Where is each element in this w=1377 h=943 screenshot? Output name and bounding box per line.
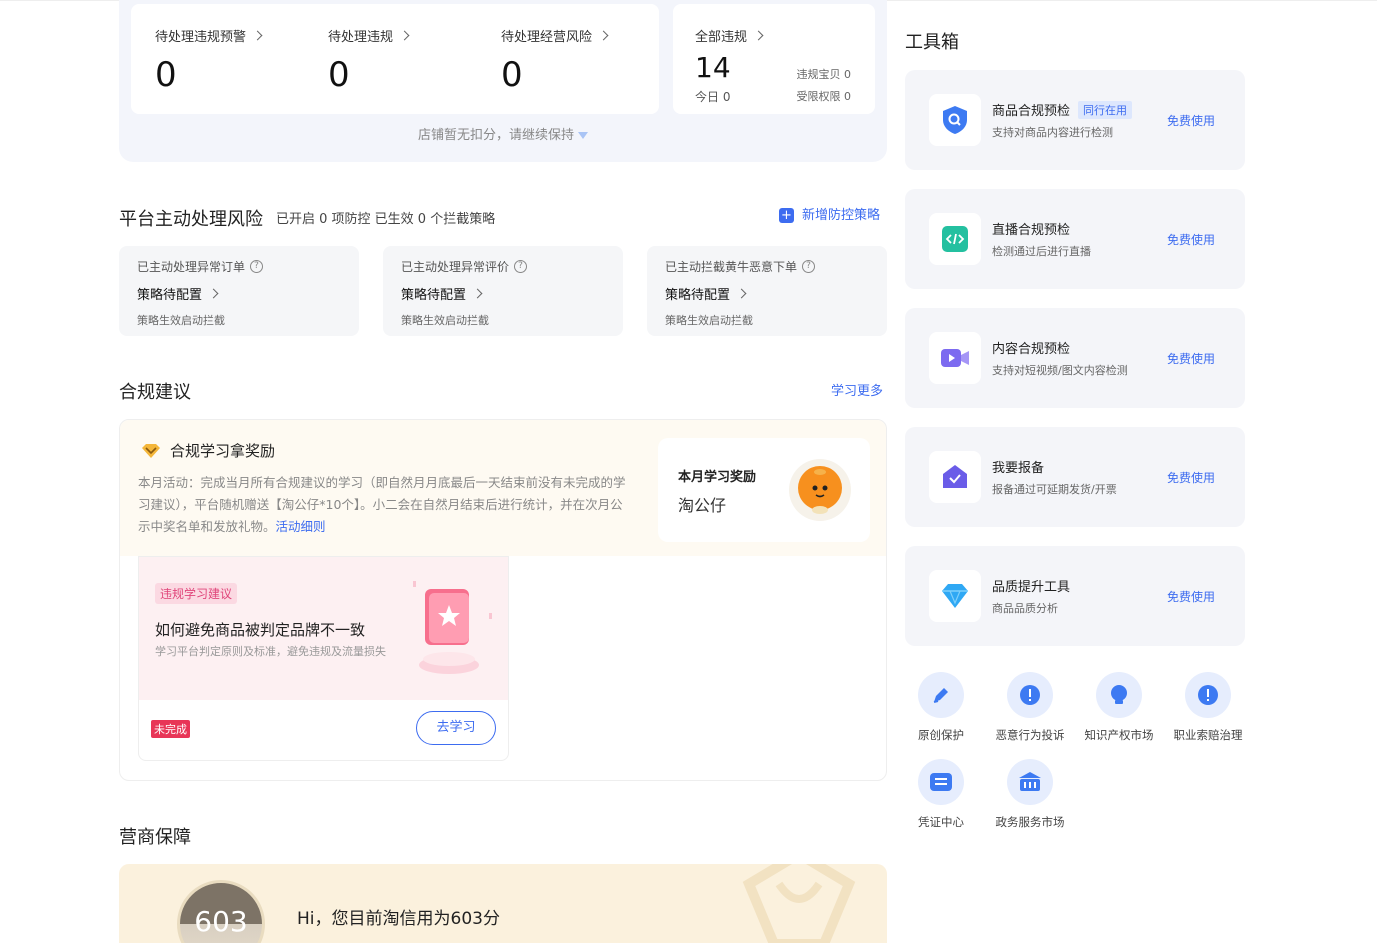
pending-warning-value: 0 — [155, 55, 177, 95]
platform-risk-title: 平台主动处理风险 — [119, 209, 263, 230]
diamond-icon — [142, 443, 160, 458]
quick-voucher-center[interactable]: 凭证中心 — [896, 759, 986, 830]
risk-card-abnormal-order[interactable]: 已主动处理异常订单? 策略待配置 策略生效启动拦截 — [119, 246, 359, 336]
code-icon — [942, 226, 968, 252]
book-icon — [413, 581, 492, 674]
alert-icon — [1198, 685, 1218, 705]
chevron-right-icon — [208, 288, 219, 299]
triangle-down-icon — [578, 132, 588, 139]
restricted-permission-count: 受限权限 0 — [796, 90, 852, 103]
help-icon[interactable]: ? — [250, 260, 264, 273]
house-check-icon — [943, 465, 967, 488]
quick-government-services[interactable]: 政务服务市场 — [985, 759, 1075, 830]
quick-claim-governance[interactable]: 职业索赔治理 — [1163, 672, 1253, 743]
quick-malicious-complaint[interactable]: 恶意行为投诉 — [985, 672, 1075, 743]
pen-icon — [933, 688, 948, 703]
chevron-right-icon — [399, 30, 410, 41]
violation-items-count: 违规宝贝 0 — [796, 68, 852, 81]
study-subtitle: 学习平台判定原则及标准，避免违规及流量损失 — [155, 645, 386, 658]
chevron-right-icon — [472, 288, 483, 299]
mascot-icon — [789, 459, 851, 521]
help-icon[interactable]: ? — [802, 260, 816, 273]
help-icon[interactable]: ? — [514, 260, 528, 273]
score-notice[interactable]: 店铺暂无扣分，请继续保持 — [119, 124, 887, 143]
pending-warning-label: 待处理违规预警 — [155, 30, 247, 45]
government-building-icon — [1019, 772, 1041, 791]
learn-more-link[interactable]: 学习更多 — [831, 380, 883, 399]
shield-search-icon — [943, 106, 967, 134]
all-violations-label: 全部违规 — [695, 30, 748, 45]
tool-content-precheck[interactable]: 内容合规预检 支持对短视频/图文内容检测 免费使用 — [905, 308, 1245, 408]
violation-study-tag: 违规学习建议 — [155, 583, 238, 604]
chevron-right-icon — [753, 30, 764, 41]
monthly-reward-card: 本月学习奖励 淘公仔 — [658, 438, 870, 542]
plus-icon: + — [779, 208, 794, 223]
chevron-right-icon — [252, 30, 263, 41]
reward-title: 合规学习拿奖励 — [170, 442, 276, 460]
alert-icon — [1020, 685, 1040, 705]
tool-quality[interactable]: 品质提升工具 商品品质分析 免费使用 — [905, 546, 1245, 646]
quick-original-protection[interactable]: 原创保护 — [896, 672, 986, 743]
free-use-link[interactable]: 免费使用 — [1167, 350, 1215, 367]
risk-card-scalper-order[interactable]: 已主动拦截黄牛恶意下单? 策略待配置 策略生效启动拦截 — [647, 246, 887, 336]
pending-risk-label: 待处理经营风险 — [501, 30, 593, 45]
toolbox-title: 工具箱 — [905, 32, 959, 53]
compliance-reward-header: 合规学习拿奖励 本月活动：完成当月所有合规建议的学习（即自然月月底最后一天结束前… — [120, 420, 886, 556]
add-strategy-button[interactable]: + 新增防控策略 — [779, 204, 880, 223]
lightbulb-icon — [1111, 685, 1127, 704]
credit-score-badge: 603 — [177, 880, 265, 943]
tool-product-precheck[interactable]: 商品合规预检 同行在用 支持对商品内容进行检测 免费使用 — [905, 70, 1245, 170]
chevron-right-icon — [598, 30, 609, 41]
monthly-reward-label: 本月学习奖励 — [678, 470, 757, 485]
reward-item-name: 淘公仔 — [678, 496, 727, 515]
ticket-icon — [930, 773, 952, 791]
pending-risk-stat[interactable]: 待处理经营风险 0 — [501, 26, 671, 95]
pending-stats-card: 待处理违规预警 0 待处理违规 0 待处理经营风险 0 — [131, 4, 659, 114]
all-violations-card[interactable]: 全部违规 14 今日 0 违规宝贝 0 受限权限 0 — [673, 4, 875, 114]
business-guarantee-title: 营商保障 — [119, 827, 191, 848]
all-violations-value: 14 — [695, 51, 731, 84]
credit-score-text: Hi，您目前淘信用为603分 — [297, 909, 500, 929]
diamond-icon — [942, 584, 968, 608]
decorative-shield-icon — [742, 864, 856, 943]
activity-rules-link[interactable]: 活动细则 — [276, 519, 326, 534]
pending-violation-stat[interactable]: 待处理违规 0 — [328, 26, 498, 95]
platform-risk-summary: 已开启 0 项防控 已生效 0 个拦截策略 — [276, 212, 496, 227]
pending-risk-value: 0 — [501, 55, 523, 95]
today-count: 今日 0 — [695, 90, 731, 104]
chevron-right-icon — [736, 288, 747, 299]
activity-description: 本月活动：完成当月所有合规建议的学习（即自然月月底最后一天结束前没有未完成的学习… — [138, 475, 626, 534]
pending-violation-label: 待处理违规 — [328, 30, 394, 45]
free-use-link[interactable]: 免费使用 — [1167, 112, 1215, 129]
compliance-title: 合规建议 — [119, 382, 191, 403]
compliance-panel: 合规学习拿奖励 本月活动：完成当月所有合规建议的学习（即自然月月底最后一天结束前… — [119, 419, 887, 781]
free-use-link[interactable]: 免费使用 — [1167, 469, 1215, 486]
pending-warning-stat[interactable]: 待处理违规预警 0 — [155, 26, 325, 95]
video-camera-icon — [941, 349, 969, 367]
peer-using-badge: 同行在用 — [1078, 100, 1133, 119]
go-study-button[interactable]: 去学习 — [416, 711, 496, 745]
pending-violation-value: 0 — [328, 55, 350, 95]
risk-card-abnormal-review[interactable]: 已主动处理异常评价? 策略待配置 策略生效启动拦截 — [383, 246, 623, 336]
study-title: 如何避免商品被判定品牌不一致 — [155, 621, 366, 639]
quick-ip-market[interactable]: 知识产权市场 — [1074, 672, 1164, 743]
violation-stats-panel: 待处理违规预警 0 待处理违规 0 待处理经营风险 0 全部违规 14 今日 0… — [119, 0, 887, 162]
tool-live-precheck[interactable]: 直播合规预检 检测通过后进行直播 免费使用 — [905, 189, 1245, 289]
free-use-link[interactable]: 免费使用 — [1167, 588, 1215, 605]
study-card[interactable]: 违规学习建议 如何避免商品被判定品牌不一致 学习平台判定原则及标准，避免违规及流… — [138, 556, 509, 761]
tool-report[interactable]: 我要报备 报备通过可延期发货/开票 免费使用 — [905, 427, 1245, 527]
incomplete-badge: 未完成 — [151, 720, 190, 738]
free-use-link[interactable]: 免费使用 — [1167, 231, 1215, 248]
credit-panel: 603 Hi，您目前淘信用为603分 — [119, 864, 887, 943]
